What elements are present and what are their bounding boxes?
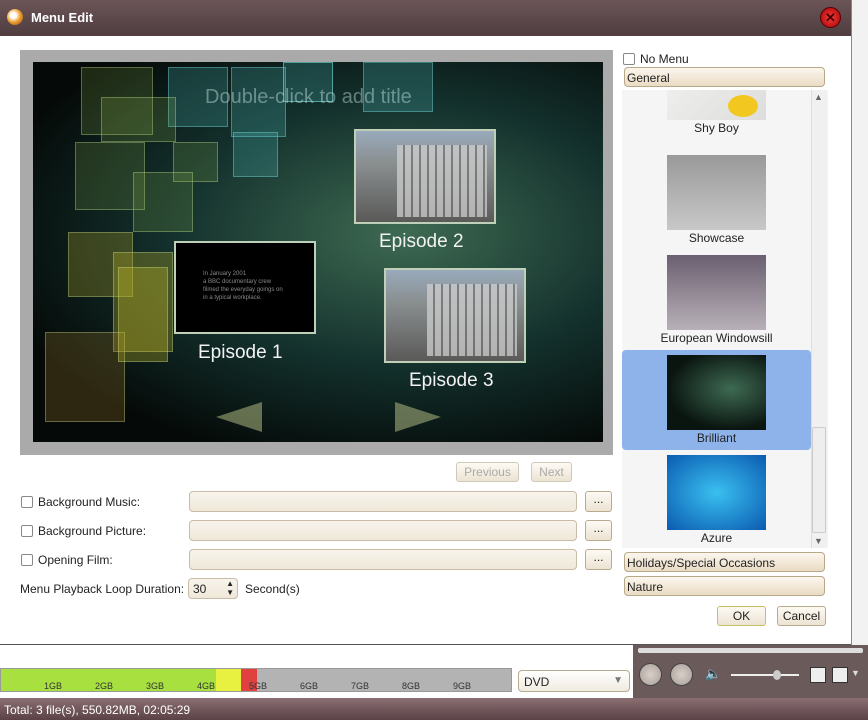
template-name: European Windowsill xyxy=(660,331,773,345)
template-list: Shy Boy Showcase European Windowsill Bri… xyxy=(622,90,828,548)
category-holidays[interactable]: Holidays/Special Occasions xyxy=(624,552,825,572)
no-menu-label: No Menu xyxy=(640,52,689,66)
category-general[interactable]: General xyxy=(624,67,825,87)
episode-1-thumbnail[interactable]: In January 2001 a BBC documentary crew f… xyxy=(174,241,316,334)
app-logo-icon xyxy=(7,9,23,25)
player-controls: 🔈 ▼ xyxy=(633,645,868,698)
arrow-right-icon[interactable] xyxy=(395,402,441,432)
background-app-edge xyxy=(851,0,868,645)
loop-duration-stepper[interactable]: 30 ▲ ▼ xyxy=(188,578,238,599)
episode-3-label[interactable]: Episode 3 xyxy=(409,370,494,392)
template-item[interactable]: Showcase xyxy=(622,150,811,250)
episode-3-thumbnail[interactable] xyxy=(384,268,526,363)
template-item-selected[interactable]: Brilliant xyxy=(622,350,811,450)
background-picture-browse-button[interactable]: ... xyxy=(585,520,612,541)
previous-button[interactable]: Previous xyxy=(456,462,519,482)
episode-1-text: In January 2001 a BBC documentary crew f… xyxy=(203,271,283,301)
no-menu-checkbox[interactable] xyxy=(623,53,635,65)
category-nature[interactable]: Nature xyxy=(624,576,825,596)
background-picture-checkbox[interactable] xyxy=(21,525,33,537)
title-bar: Menu Edit ✕ xyxy=(0,0,851,36)
play-icon[interactable] xyxy=(639,663,662,686)
ok-button[interactable]: OK xyxy=(717,606,766,626)
background-music-checkbox[interactable] xyxy=(21,496,33,508)
episode-2-thumbnail[interactable] xyxy=(354,129,496,224)
template-thumbnail xyxy=(667,255,766,330)
stop-icon[interactable] xyxy=(670,663,693,686)
disc-type-select[interactable]: DVD ▼ xyxy=(518,670,630,692)
scroll-down-icon[interactable]: ▼ xyxy=(814,536,823,546)
storage-tick: 1GB xyxy=(44,681,63,691)
storage-usage-bar: 1GB 2GB 3GB 4GB 5GB 6GB 7GB 8GB 9GB xyxy=(0,668,512,692)
camera-icon[interactable] xyxy=(832,667,848,683)
close-icon[interactable]: ✕ xyxy=(820,7,841,28)
chevron-down-icon: ▼ xyxy=(613,675,623,686)
storage-warn-fill xyxy=(216,669,241,691)
storage-tick: 3GB xyxy=(146,681,165,691)
cancel-button[interactable]: Cancel xyxy=(777,606,826,626)
opening-film-checkbox[interactable] xyxy=(21,554,33,566)
template-name: Showcase xyxy=(688,231,745,245)
storage-tick: 4GB xyxy=(197,681,216,691)
storage-tick: 2GB xyxy=(95,681,114,691)
storage-tick: 8GB xyxy=(402,681,421,691)
storage-tick: 6GB xyxy=(300,681,319,691)
scroll-up-icon[interactable]: ▲ xyxy=(814,92,823,102)
template-thumbnail xyxy=(667,155,766,230)
opening-film-label: Opening Film: xyxy=(38,553,113,567)
menu-preview[interactable]: Double-click to add title Episode 2 In J… xyxy=(33,62,603,442)
background-picture-label: Background Picture: xyxy=(38,524,147,538)
volume-slider[interactable] xyxy=(731,670,799,680)
window-title: Menu Edit xyxy=(31,10,94,25)
status-bar: Total: 3 file(s), 550.82MB, 02:05:29 xyxy=(0,698,868,720)
template-item[interactable]: European Windowsill xyxy=(622,250,811,350)
template-thumbnail xyxy=(667,355,766,430)
template-item[interactable]: Azure xyxy=(622,450,811,548)
loop-duration-value: 30 xyxy=(193,582,207,596)
background-music-browse-button[interactable]: ... xyxy=(585,491,612,512)
seek-bar[interactable] xyxy=(638,648,863,653)
arrow-left-icon[interactable] xyxy=(216,402,262,432)
episode-2-label[interactable]: Episode 2 xyxy=(379,231,464,253)
background-music-field[interactable] xyxy=(189,491,577,512)
background-picture-field[interactable] xyxy=(189,520,577,541)
storage-tick: 5GB xyxy=(249,681,268,691)
opening-film-browse-button[interactable]: ... xyxy=(585,549,612,570)
next-button[interactable]: Next xyxy=(531,462,572,482)
stepper-arrows-icon[interactable]: ▲ ▼ xyxy=(226,579,234,597)
snapshot-list-icon[interactable] xyxy=(810,667,826,683)
template-thumbnail xyxy=(667,455,766,530)
loop-duration-label: Menu Playback Loop Duration: xyxy=(20,582,185,596)
template-name: Shy Boy xyxy=(694,121,739,135)
storage-tick: 9GB xyxy=(453,681,472,691)
loop-duration-unit: Second(s) xyxy=(245,582,300,596)
template-thumbnail xyxy=(667,90,766,120)
background-music-label: Background Music: xyxy=(38,495,141,509)
scrollbar-thumb[interactable] xyxy=(812,427,826,533)
chevron-down-icon[interactable]: ▼ xyxy=(851,668,860,678)
opening-film-field[interactable] xyxy=(189,549,577,570)
disc-type-value: DVD xyxy=(524,675,550,689)
template-item[interactable]: Shy Boy xyxy=(622,90,811,140)
template-name: Azure xyxy=(700,531,733,545)
template-name: Brilliant xyxy=(696,431,737,445)
episode-1-label[interactable]: Episode 1 xyxy=(198,342,283,364)
storage-tick: 7GB xyxy=(351,681,370,691)
title-placeholder[interactable]: Double-click to add title xyxy=(205,86,412,109)
volume-icon[interactable]: 🔈 xyxy=(705,666,721,682)
